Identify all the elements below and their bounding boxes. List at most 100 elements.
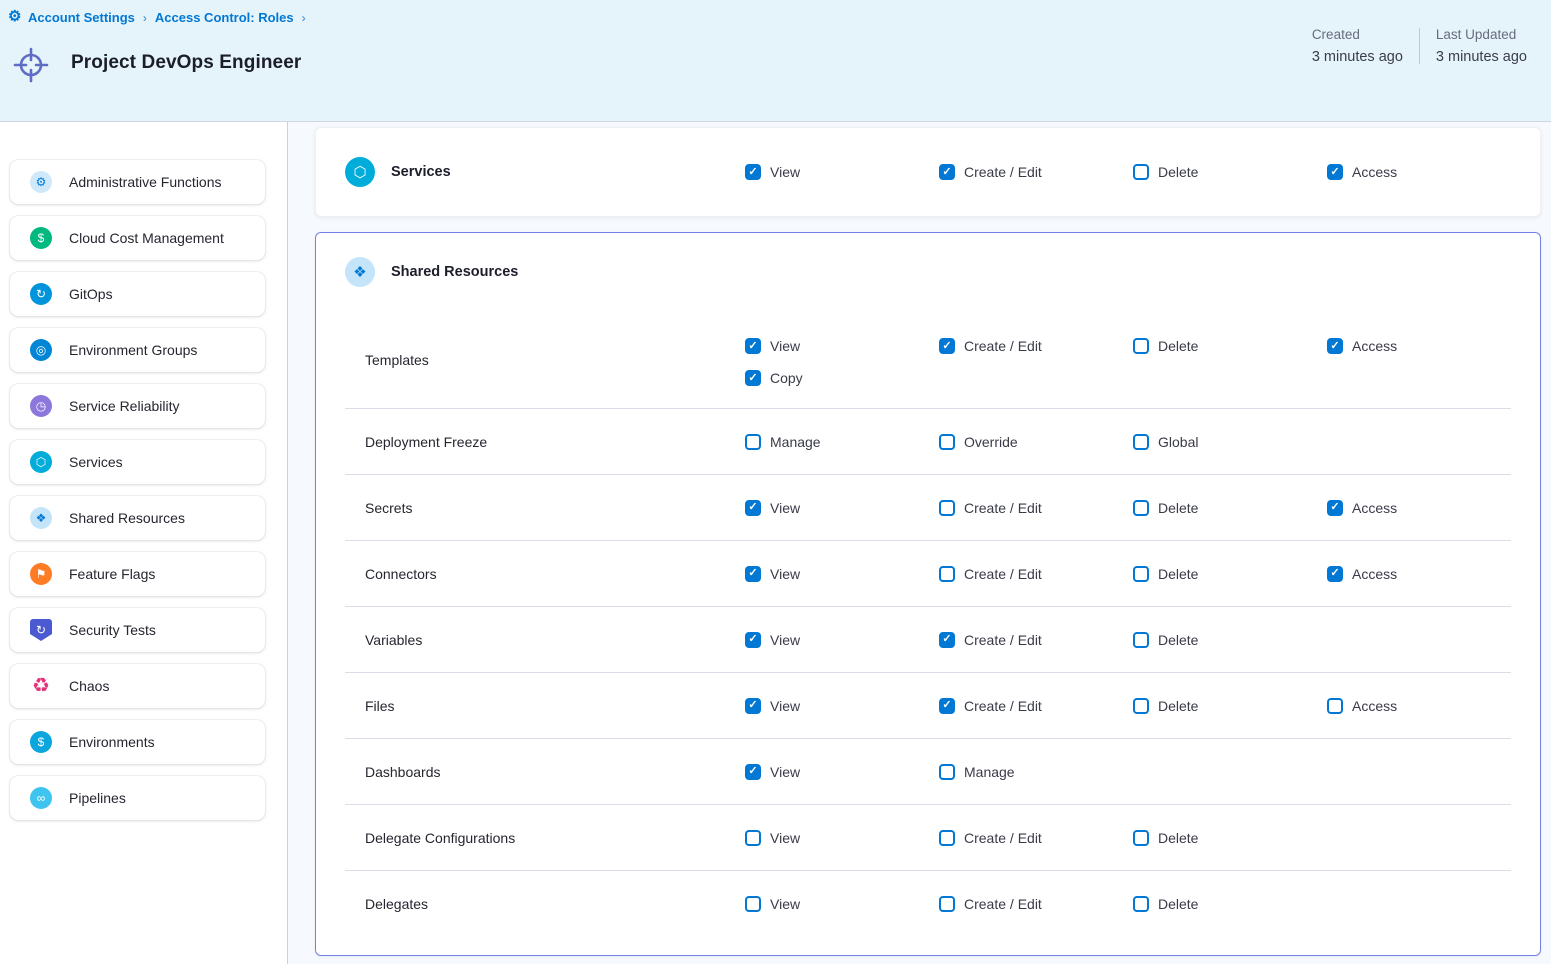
- checkbox-view[interactable]: ✓ View: [745, 335, 939, 357]
- checkbox-create-edit[interactable]: ✓Create / Edit: [939, 695, 1133, 717]
- checkbox-view[interactable]: ✓View: [745, 563, 939, 585]
- checkbox-box-icon: ✓: [745, 164, 761, 180]
- resource-row-label: Dashboards: [365, 764, 441, 780]
- checkbox-create-edit[interactable]: ✓Create / Edit: [939, 335, 1133, 357]
- checkbox-create-edit[interactable]: ✓Create / Edit: [939, 161, 1133, 183]
- checkbox-box-icon: ✓: [745, 566, 761, 582]
- checkbox-access[interactable]: ✓Access: [1327, 161, 1521, 183]
- sidebar-item-security-tests[interactable]: ↻Security Tests: [10, 608, 265, 652]
- breadcrumb-account-settings[interactable]: Account Settings: [28, 10, 135, 25]
- checkbox-box-icon: ✓: [745, 632, 761, 648]
- checkbox-copy[interactable]: ✓Copy: [745, 367, 939, 389]
- checkbox-global[interactable]: Global: [1133, 431, 1327, 453]
- breadcrumb-access-control-roles[interactable]: Access Control: Roles: [155, 10, 294, 25]
- checkbox-box-icon: ✓: [745, 338, 761, 354]
- cloud-dollar-icon: $: [30, 227, 52, 249]
- checkbox-box-icon: ✓: [1327, 338, 1343, 354]
- checkbox-manage[interactable]: Manage: [745, 431, 939, 453]
- permission-column: Global: [1133, 431, 1327, 453]
- checkbox-manage[interactable]: Manage: [939, 761, 1133, 783]
- checkbox-view[interactable]: ✓View: [745, 761, 939, 783]
- checkbox-access[interactable]: ✓Access: [1327, 335, 1521, 357]
- last-updated-meta: Last Updated 3 minutes ago: [1420, 27, 1543, 65]
- last-updated-value: 3 minutes ago: [1436, 49, 1527, 65]
- resource-row-permissions: ✓ViewManage: [745, 739, 1540, 804]
- checkbox-label: Create / Edit: [964, 698, 1042, 714]
- sidebar-item-label: Cloud Cost Management: [69, 230, 224, 246]
- pipelines-icon: ∞: [30, 787, 52, 809]
- resource-row-permissions: ✓View✓Copy✓Create / EditDelete✓Access: [745, 311, 1540, 408]
- sidebar-item-feature-flags[interactable]: ⚑Feature Flags: [10, 552, 265, 596]
- checkbox-view[interactable]: View: [745, 893, 939, 915]
- checkbox-view[interactable]: ✓View: [745, 695, 939, 717]
- checkbox-delete[interactable]: Delete: [1133, 629, 1327, 651]
- checkbox-create-edit[interactable]: ✓Create / Edit: [939, 629, 1133, 651]
- checkbox-create-edit[interactable]: Create / Edit: [939, 497, 1133, 519]
- permission-column: Create / Edit: [939, 497, 1133, 519]
- sidebar-item-label: Environments: [69, 734, 155, 750]
- environments-icon: $: [30, 731, 52, 753]
- sidebar-item-shared-resources[interactable]: ❖Shared Resources: [10, 496, 265, 540]
- resource-row-label: Variables: [365, 632, 422, 648]
- checkbox-label: View: [770, 896, 800, 912]
- checkbox-view[interactable]: View: [745, 827, 939, 849]
- checkbox-access[interactable]: ✓Access: [1327, 563, 1521, 585]
- checkbox-delete[interactable]: Delete: [1133, 563, 1327, 585]
- checkbox-delete[interactable]: Delete: [1133, 893, 1327, 915]
- resource-row-dashboards: Dashboards ✓ViewManage: [316, 739, 1540, 804]
- checkbox-box-icon: [939, 566, 955, 582]
- sidebar-item-administrative-functions[interactable]: ⚙Administrative Functions: [10, 160, 265, 204]
- checkbox-label: Access: [1352, 164, 1397, 180]
- sidebar-item-cloud-cost-management[interactable]: $ Cloud Cost Management: [10, 216, 265, 260]
- checkbox-view[interactable]: ✓View: [745, 161, 939, 183]
- page-header: ⚙ Account Settings › Access Control: Rol…: [0, 0, 1551, 122]
- checkbox-delete[interactable]: Delete: [1133, 827, 1327, 849]
- checkbox-override[interactable]: Override: [939, 431, 1133, 453]
- checkbox-create-edit[interactable]: Create / Edit: [939, 827, 1133, 849]
- sidebar-item-chaos[interactable]: ♻Chaos: [10, 664, 265, 708]
- checkbox-box-icon: ✓: [939, 632, 955, 648]
- checkbox-label: Delete: [1158, 164, 1198, 180]
- checkbox-delete[interactable]: Delete: [1133, 497, 1327, 519]
- sidebar-item-environment-groups[interactable]: ◎Environment Groups: [10, 328, 265, 372]
- resource-row-delegate-configurations: Delegate ConfigurationsViewCreate / Edit…: [316, 805, 1540, 870]
- checkbox-label: Create / Edit: [964, 830, 1042, 846]
- checkbox-access[interactable]: Access: [1327, 695, 1521, 717]
- services-permissions: ✓View✓Create / EditDelete✓Access: [745, 128, 1540, 216]
- resource-row-label: Deployment Freeze: [365, 434, 487, 450]
- checkbox-access[interactable]: ✓Access: [1327, 497, 1521, 519]
- sidebar-item-pipelines[interactable]: ∞Pipelines: [10, 776, 265, 820]
- sidebar-item-label: Feature Flags: [69, 566, 155, 582]
- permission-column: Delete: [1133, 893, 1327, 915]
- checkbox-label: Delete: [1158, 500, 1198, 516]
- checkbox-label: Access: [1352, 566, 1397, 582]
- checkbox-delete[interactable]: Delete: [1133, 335, 1327, 357]
- checkbox-label: View: [770, 338, 800, 354]
- sidebar-item-gitops[interactable]: ↻GitOps: [10, 272, 265, 316]
- checkbox-label: Copy: [770, 370, 803, 386]
- sidebar-item-environments[interactable]: $ Environments: [10, 720, 265, 764]
- checkbox-create-edit[interactable]: Create / Edit: [939, 893, 1133, 915]
- checkbox-box-icon: [1133, 566, 1149, 582]
- checkbox-label: View: [770, 632, 800, 648]
- checkbox-label: Create / Edit: [964, 338, 1042, 354]
- sidebar-item-service-reliability[interactable]: ◷Service Reliability: [10, 384, 265, 428]
- sidebar-item-label: Service Reliability: [69, 398, 179, 414]
- checkbox-view[interactable]: ✓View: [745, 497, 939, 519]
- permission-column: Delete: [1133, 629, 1327, 651]
- sidebar-item-services[interactable]: ⬡Services: [10, 440, 265, 484]
- checkbox-delete[interactable]: Delete: [1133, 695, 1327, 717]
- services-card-title: Services: [391, 164, 451, 180]
- sidebar-item-label: Services: [69, 454, 123, 470]
- gitops-icon: ↻: [30, 283, 52, 305]
- resource-row-variables: Variables ✓ View ✓Create / EditDelete: [316, 607, 1540, 672]
- checkbox-box-icon: [1133, 500, 1149, 516]
- checkbox-delete[interactable]: Delete: [1133, 161, 1327, 183]
- checkbox-label: Global: [1158, 434, 1198, 450]
- checkbox-box-icon: ✓: [745, 764, 761, 780]
- checkbox-create-edit[interactable]: Create / Edit: [939, 563, 1133, 585]
- chaos-pinwheel-icon: ♻: [30, 675, 52, 697]
- permission-column: ✓Access: [1327, 161, 1521, 183]
- resource-row-label: Templates: [365, 352, 429, 368]
- checkbox-view[interactable]: ✓ View: [745, 629, 939, 651]
